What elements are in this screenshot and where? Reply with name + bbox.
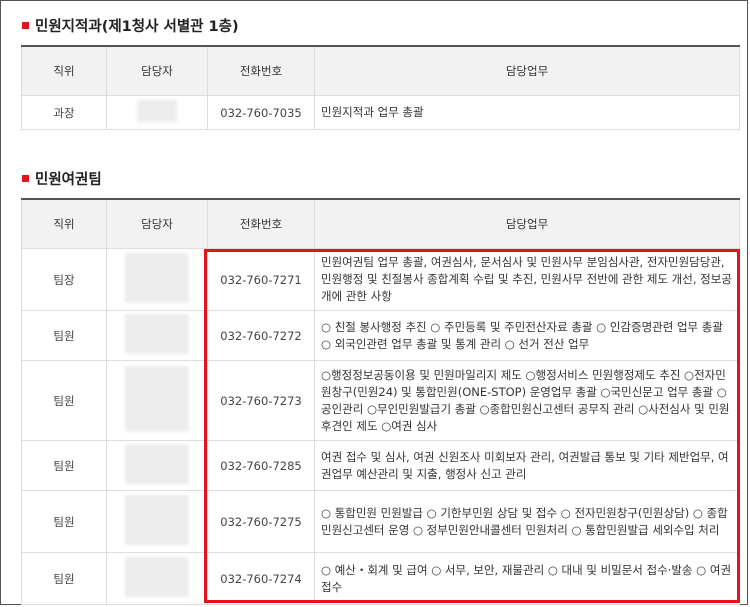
cell-position: 팀장 [21, 248, 107, 311]
cell-staff [106, 490, 208, 553]
cell-phone: 032-760-7274 [207, 552, 315, 605]
section-title-passport-team: 민원여권팀 [22, 168, 102, 189]
staff-table-passport-team: 직위 담당자 전화번호 담당업무 팀장 032-760-7271 민원여권팀 업… [21, 198, 740, 605]
red-square-bullet-icon [22, 175, 29, 182]
cell-staff [106, 310, 208, 361]
blurred-name [125, 557, 189, 597]
staff-table-civil-cadastral: 직위 담당자 전화번호 담당업무 과장 032-760-7035 민원지적과 업… [21, 45, 740, 130]
table-row: 팀원 032-760-7275 ○ 통합민원 민원발급 ○ 기한부민원 상담 및… [21, 490, 740, 553]
blurred-name [125, 366, 189, 432]
table-row: 팀원 032-760-7272 ○ 친절 봉사행정 추진 ○ 주민등록 및 주민… [21, 310, 740, 361]
blurred-name [125, 253, 189, 303]
header-staff: 담당자 [106, 198, 208, 249]
cell-staff [106, 360, 208, 441]
section-title-text: 민원여권팀 [35, 172, 102, 188]
cell-phone: 032-760-7285 [207, 440, 315, 491]
section-title-civil-cadastral: 민원지적과(제1청사 서별관 1층) [22, 15, 239, 36]
table-header-row: 직위 담당자 전화번호 담당업무 [21, 198, 740, 249]
cell-duty: ○ 예산・회계 및 급여 ○ 서무, 보안, 재물관리 ○ 대내 및 비밀문서 … [314, 552, 740, 605]
cell-duty: 민원지적과 업무 총괄 [314, 95, 740, 130]
cell-position: 팀원 [21, 310, 107, 361]
table-row: 팀원 032-760-7285 여권 접수 및 심사, 여권 신원조사 미회보자… [21, 440, 740, 491]
cell-duty: ○행정정보공동이용 및 민원마일리지 제도 ○행정서비스 민원행정제도 추진 ○… [314, 360, 740, 441]
cell-position: 과장 [21, 95, 107, 130]
cell-phone: 032-760-7273 [207, 360, 315, 441]
cell-duty: ○ 통합민원 민원발급 ○ 기한부민원 상담 및 접수 ○ 전자민원창구(민원상… [314, 490, 740, 553]
cell-position: 팀원 [21, 490, 107, 553]
cell-staff [106, 440, 208, 491]
cell-duty: ○ 친절 봉사행정 추진 ○ 주민등록 및 주민전산자료 총괄 ○ 인감증명관련… [314, 310, 740, 361]
cell-phone: 032-760-7275 [207, 490, 315, 553]
section-title-text: 민원지적과(제1청사 서별관 1층) [35, 19, 239, 35]
header-staff: 담당자 [106, 45, 208, 96]
blurred-name [125, 495, 189, 545]
header-duty: 담당업무 [314, 45, 740, 96]
header-position: 직위 [21, 198, 107, 249]
cell-duty: 여권 접수 및 심사, 여권 신원조사 미회보자 관리, 여권발급 통보 및 기… [314, 440, 740, 491]
table-row: 팀장 032-760-7271 민원여권팀 업무 총괄, 여권심사, 문서심사 … [21, 248, 740, 311]
red-square-bullet-icon [22, 22, 29, 29]
table-row: 팀원 032-760-7274 ○ 예산・회계 및 급여 ○ 서무, 보안, 재… [21, 552, 740, 605]
cell-staff [106, 95, 208, 130]
header-phone: 전화번호 [207, 45, 315, 96]
cell-phone: 032-760-7271 [207, 248, 315, 311]
blurred-name [125, 314, 189, 354]
cell-duty: 민원여권팀 업무 총괄, 여권심사, 문서심사 및 민원사무 분임심사관, 전자… [314, 248, 740, 311]
cell-staff [106, 552, 208, 605]
cell-position: 팀원 [21, 552, 107, 605]
cell-position: 팀원 [21, 440, 107, 491]
table-header-row: 직위 담당자 전화번호 담당업무 [21, 45, 740, 96]
cell-position: 팀원 [21, 360, 107, 441]
cell-staff [106, 248, 208, 311]
table-row: 팀원 032-760-7273 ○행정정보공동이용 및 민원마일리지 제도 ○행… [21, 360, 740, 441]
cell-phone: 032-760-7272 [207, 310, 315, 361]
table-row: 과장 032-760-7035 민원지적과 업무 총괄 [21, 95, 740, 130]
blurred-name [137, 100, 177, 122]
header-position: 직위 [21, 45, 107, 96]
header-phone: 전화번호 [207, 198, 315, 249]
header-duty: 담당업무 [314, 198, 740, 249]
cell-phone: 032-760-7035 [207, 95, 315, 130]
blurred-name [125, 444, 189, 484]
